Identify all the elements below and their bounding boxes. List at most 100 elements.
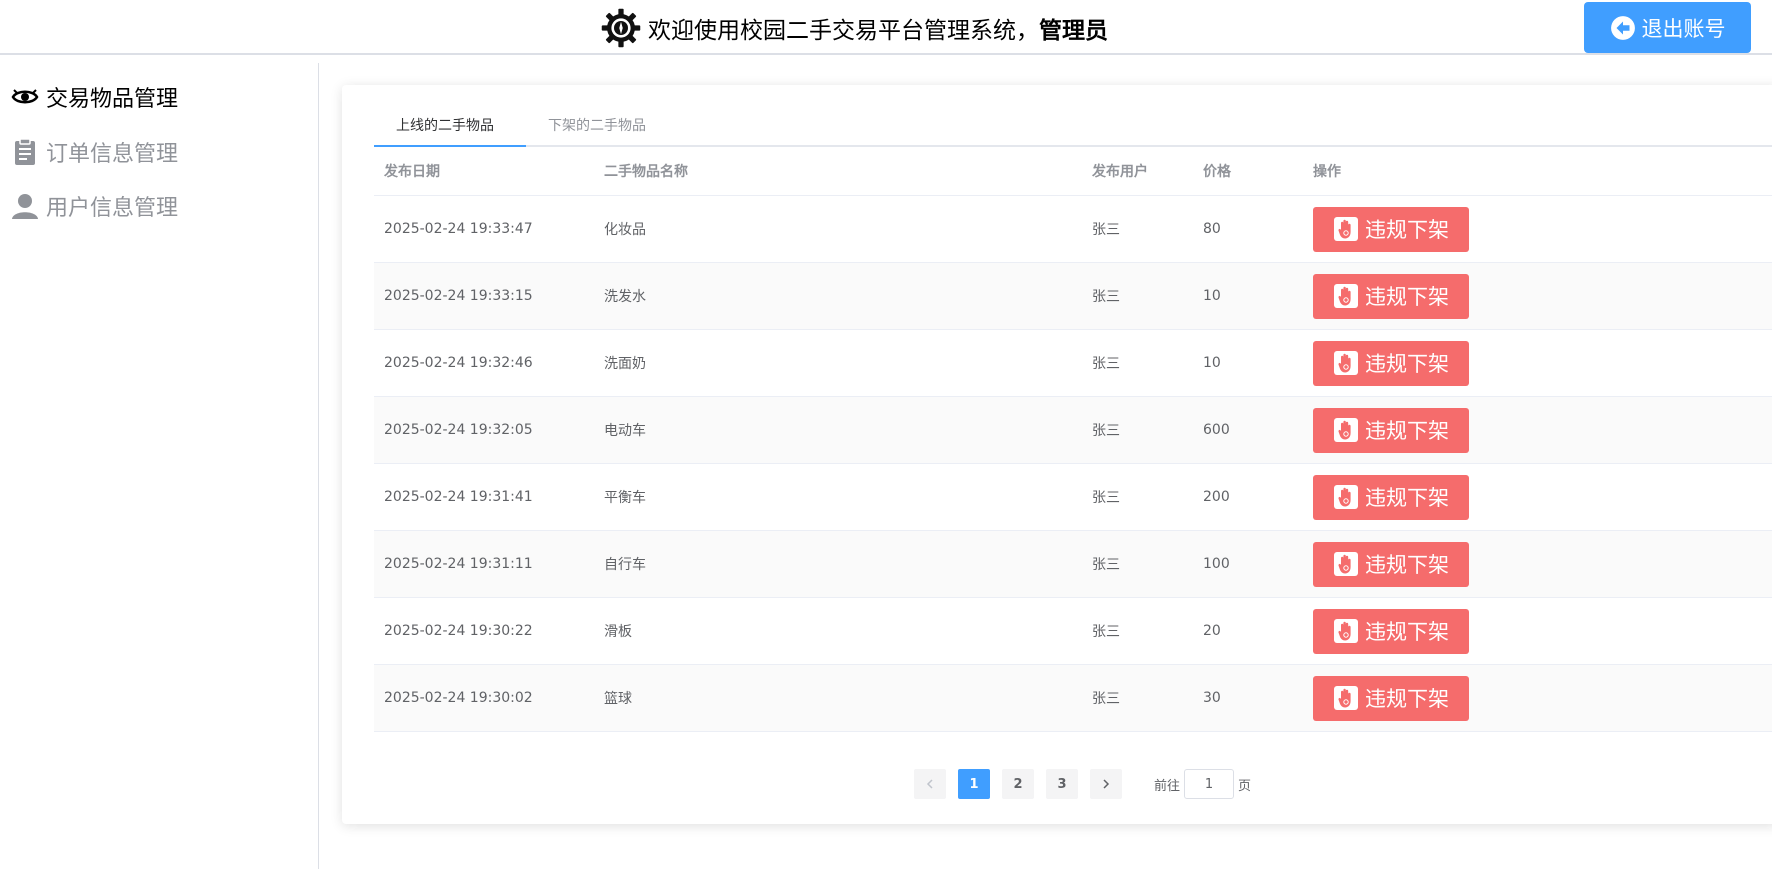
page-button-3[interactable]: 3 <box>1046 769 1078 799</box>
user-cell: 张三 <box>1092 423 1120 439</box>
violation-takedown-label: 违规下架 <box>1365 687 1449 711</box>
action-cell: 违规下架 <box>1313 196 1469 262</box>
action-cell: 违规下架 <box>1313 397 1469 463</box>
price-cell: 10 <box>1203 288 1221 304</box>
chevron-left-icon <box>926 779 933 789</box>
date-cell: 2025-02-24 19:30:02 <box>384 690 533 706</box>
table-row: 2025-02-24 19:31:41 平衡车 张三 200 违规下架 <box>374 464 1772 531</box>
violation-takedown-button[interactable]: 违规下架 <box>1313 340 1469 386</box>
violation-takedown-label: 违规下架 <box>1365 553 1449 577</box>
item-name-cell: 化妆品 <box>604 222 646 238</box>
violation-takedown-button[interactable]: 违规下架 <box>1313 273 1469 319</box>
user-icon <box>12 194 38 219</box>
logout-button[interactable]: 退出账号 <box>1584 2 1751 53</box>
tab-bar: 上线的二手物品 下架的二手物品 <box>374 105 1772 147</box>
violation-takedown-button[interactable]: 违规下架 <box>1313 407 1469 453</box>
date-cell: 2025-02-24 19:31:11 <box>384 556 533 572</box>
user-cell: 张三 <box>1092 289 1120 305</box>
goto-suffix: 页 <box>1238 778 1252 794</box>
top-header: 欢迎使用校园二手交易平台管理系统， 管理员 退出账号 <box>0 0 1772 55</box>
action-cell: 违规下架 <box>1313 531 1469 597</box>
goto-page-input[interactable] <box>1184 769 1235 799</box>
price-cell: 20 <box>1203 623 1221 639</box>
date-cell: 2025-02-24 19:33:15 <box>384 288 533 304</box>
content-card: 上线的二手物品 下架的二手物品 发布日期 二手物品名称 发布用户 价格 操作 2… <box>342 85 1772 824</box>
violation-takedown-label: 违规下架 <box>1365 285 1449 309</box>
pagination: 1 2 3 前往 页 <box>914 768 1251 800</box>
user-cell: 张三 <box>1092 222 1120 238</box>
table-body: 2025-02-24 19:33:47 化妆品 张三 80 违规下架 2025-02-24… <box>374 196 1772 732</box>
price-cell: 30 <box>1203 690 1221 706</box>
item-name-cell: 平衡车 <box>604 490 646 506</box>
action-cell: 违规下架 <box>1313 263 1469 329</box>
price-cell: 600 <box>1203 422 1230 438</box>
back-arrow-icon <box>1610 15 1635 40</box>
table-row: 2025-02-24 19:33:15 洗发水 张三 10 违规下架 <box>374 263 1772 330</box>
price-cell: 200 <box>1203 489 1230 505</box>
date-cell: 2025-02-24 19:32:46 <box>384 355 533 371</box>
column-header: 操作 <box>1313 164 1341 180</box>
violation-takedown-label: 违规下架 <box>1365 218 1449 242</box>
table-header: 发布日期 二手物品名称 发布用户 价格 操作 <box>374 147 1772 196</box>
hand-stop-icon <box>1334 284 1358 308</box>
column-header: 发布用户 <box>1092 164 1148 180</box>
date-cell: 2025-02-24 19:30:22 <box>384 623 533 639</box>
welcome-text: 欢迎使用校园二手交易平台管理系统， <box>648 18 1039 44</box>
sidebar-item-users[interactable]: 用户信息管理 <box>10 188 178 224</box>
items-table: 发布日期 二手物品名称 发布用户 价格 操作 2025-02-24 19:33:… <box>374 147 1772 732</box>
price-cell: 80 <box>1203 221 1221 237</box>
column-header: 二手物品名称 <box>604 164 688 180</box>
violation-takedown-label: 违规下架 <box>1365 419 1449 443</box>
hand-stop-icon <box>1334 619 1358 643</box>
violation-takedown-label: 违规下架 <box>1365 620 1449 644</box>
next-page-button[interactable] <box>1090 769 1122 799</box>
prev-page-button[interactable] <box>914 769 946 799</box>
user-cell: 张三 <box>1092 557 1120 573</box>
goods-eye-icon <box>11 89 39 104</box>
table-row: 2025-02-24 19:32:05 电动车 张三 600 违规下架 <box>374 397 1772 464</box>
hand-stop-icon <box>1334 418 1358 442</box>
price-cell: 100 <box>1203 556 1230 572</box>
column-header: 价格 <box>1203 164 1231 180</box>
hand-stop-icon <box>1334 552 1358 576</box>
item-name-cell: 电动车 <box>604 423 646 439</box>
page-button-1[interactable]: 1 <box>958 769 990 799</box>
action-cell: 违规下架 <box>1313 598 1469 664</box>
user-cell: 张三 <box>1092 624 1120 640</box>
violation-takedown-button[interactable]: 违规下架 <box>1313 541 1469 587</box>
tab-offline-items[interactable]: 下架的二手物品 <box>548 105 646 147</box>
violation-takedown-button[interactable]: 违规下架 <box>1313 608 1469 654</box>
tab-online-items[interactable]: 上线的二手物品 <box>396 105 494 147</box>
sidebar-item-label: 交易物品管理 <box>46 87 179 112</box>
action-cell: 违规下架 <box>1313 464 1469 530</box>
sidebar-item-label: 用户信息管理 <box>46 196 179 221</box>
violation-takedown-button[interactable]: 违规下架 <box>1313 206 1469 252</box>
price-cell: 10 <box>1203 355 1221 371</box>
sidebar-item-label: 订单信息管理 <box>46 142 179 167</box>
page-button-2[interactable]: 2 <box>1002 769 1034 799</box>
user-cell: 张三 <box>1092 490 1120 506</box>
table-row: 2025-02-24 19:32:46 洗面奶 张三 10 违规下架 <box>374 330 1772 397</box>
item-name-cell: 洗发水 <box>604 289 646 305</box>
goto-label: 前往 <box>1154 778 1181 794</box>
hand-stop-icon <box>1334 351 1358 375</box>
user-cell: 张三 <box>1092 356 1120 372</box>
item-name-cell: 滑板 <box>604 624 632 640</box>
hand-stop-icon <box>1334 217 1358 241</box>
sidebar-item-goods[interactable]: 交易物品管理 <box>10 79 178 115</box>
gear-icon <box>601 8 641 48</box>
column-header: 发布日期 <box>384 164 440 180</box>
date-cell: 2025-02-24 19:32:05 <box>384 422 533 438</box>
user-cell: 张三 <box>1092 691 1120 707</box>
clipboard-icon <box>15 138 35 165</box>
item-name-cell: 自行车 <box>604 557 646 573</box>
hand-stop-icon <box>1334 686 1358 710</box>
role-text: 管理员 <box>1039 18 1108 44</box>
violation-takedown-button[interactable]: 违规下架 <box>1313 474 1469 520</box>
violation-takedown-button[interactable]: 违规下架 <box>1313 675 1469 721</box>
date-cell: 2025-02-24 19:31:41 <box>384 489 533 505</box>
table-row: 2025-02-24 19:31:11 自行车 张三 100 违规下架 <box>374 531 1772 598</box>
item-name-cell: 洗面奶 <box>604 356 646 372</box>
sidebar-item-orders[interactable]: 订单信息管理 <box>10 134 178 170</box>
violation-takedown-label: 违规下架 <box>1365 486 1449 510</box>
